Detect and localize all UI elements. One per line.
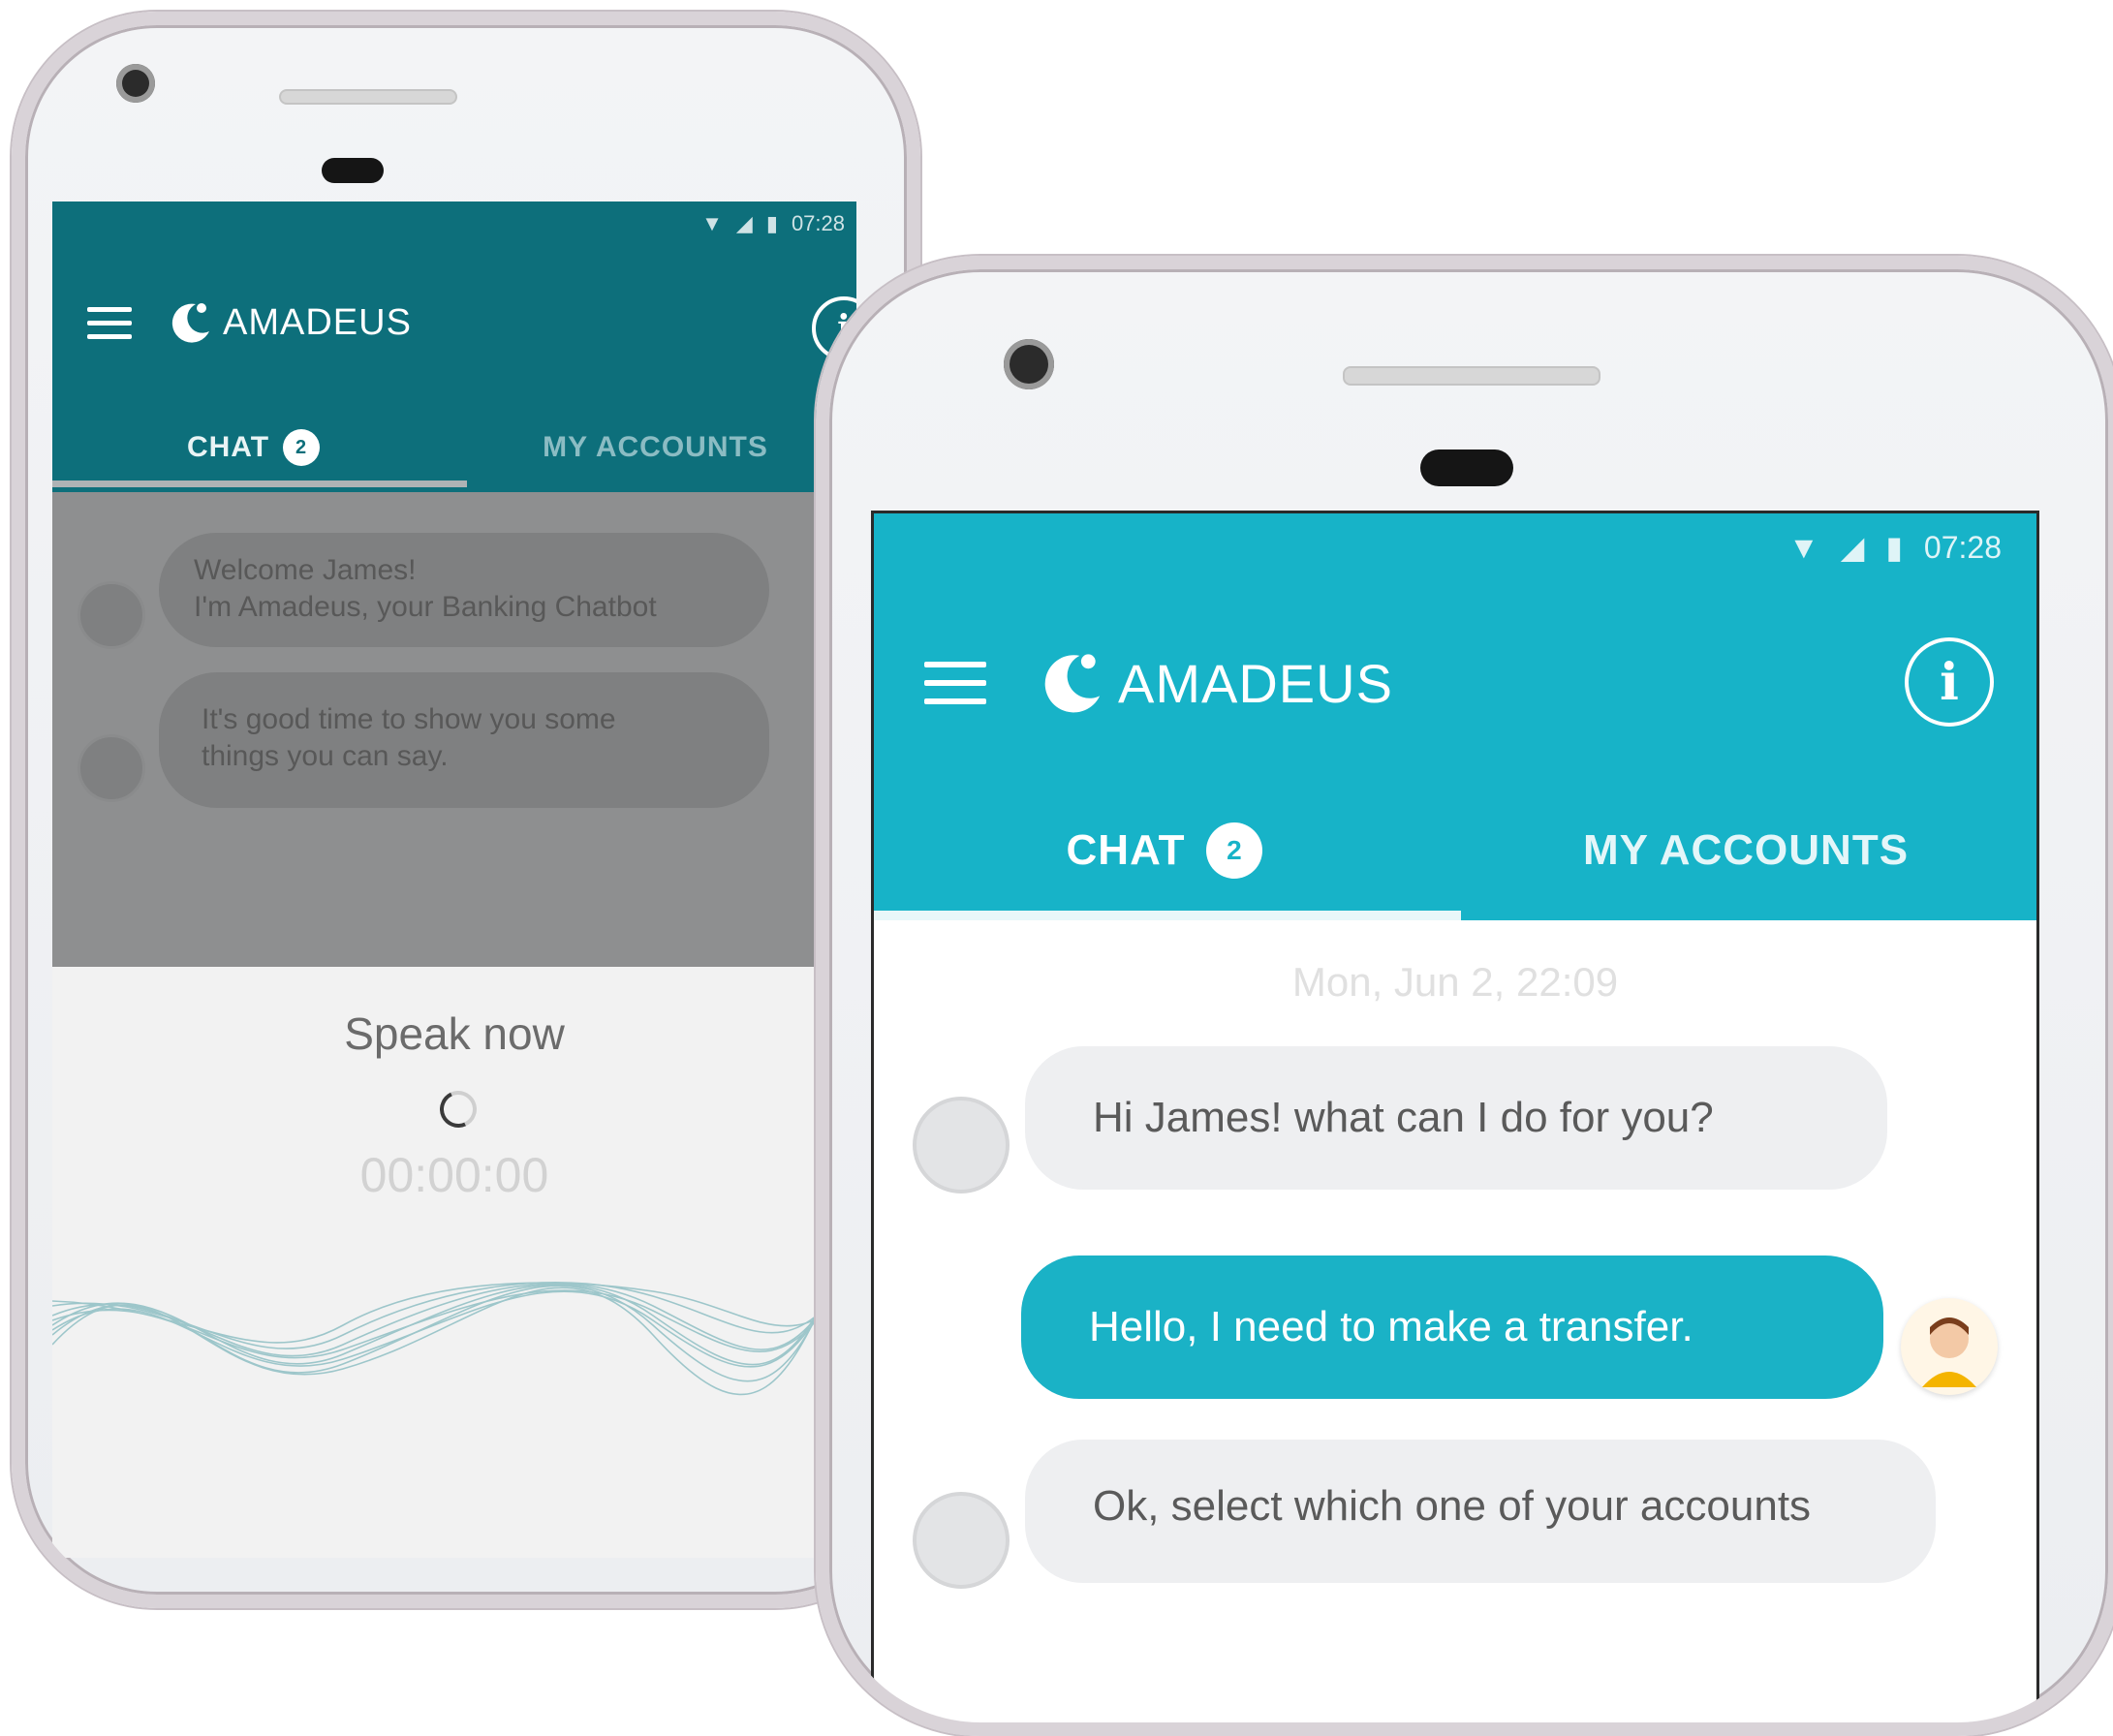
tab-bar: CHAT 2 MY ACCOUNTS [874,804,2036,897]
status-time: 07:28 [791,211,845,235]
front-camera [1004,339,1054,389]
amadeus-logo-icon [1044,654,1101,713]
message-line: It's good time to show you some [202,703,616,735]
tab-indicator [52,480,467,487]
app-bar: AMADEUS [87,289,843,356]
message-text: Hello, I need to make a transfer. [1089,1303,1694,1350]
app-name: AMADEUS [223,301,412,343]
proximity-sensor [322,158,384,183]
left-screen: ▼ ◢ ▮ 07:28 AMADEUS i CHAT 2 MY ACCOUNTS [52,202,856,1558]
date-separator: Mon, Jun 2, 22:09 [1291,959,1619,1005]
bot-avatar-icon [78,734,145,802]
speak-now-title: Speak now [344,1008,565,1059]
chat-bubble-user: Hello, I need to make a transfer. [1021,1256,1883,1399]
phone-left: ▼ ◢ ▮ 07:28 AMADEUS i CHAT 2 MY ACCOUNTS [12,12,920,1608]
user-avatar-icon [1901,1298,1998,1395]
proximity-sensor [1420,450,1513,486]
chat-bubble-bot: Welcome James! I'm Amadeus, your Banking… [159,533,769,647]
voice-waveform [52,1213,856,1396]
wifi-icon: ▼ [1788,529,1819,565]
tab-indicator [874,911,1461,920]
info-icon[interactable]: i [1905,637,1994,727]
chat-badge: 2 [1206,822,1263,879]
chat-bubble-bot: Hi James! what can I do for you? [1025,1046,1887,1190]
app-bar: AMADEUS [924,639,1990,727]
app-name: AMADEUS [1118,652,1393,714]
message-text: Ok, select which one of your accounts [1093,1482,1812,1530]
wifi-icon: ▼ [701,211,723,235]
menu-icon[interactable] [87,306,132,339]
status-bar: ▼ ◢ ▮ 07:28 [701,211,845,236]
bot-avatar-icon [913,1492,1010,1589]
tab-chat[interactable]: CHAT 2 [874,804,1455,897]
bot-avatar-icon [78,581,145,649]
menu-icon[interactable] [924,662,986,704]
phone-right: ▼ ◢ ▮ 07:28 AMADEUS i CHAT 2 MY ACCOUNTS [816,256,2113,1736]
message-text: Hi James! what can I do for you? [1093,1094,1714,1141]
spinner-icon [434,1085,482,1133]
tab-chat-label: CHAT [1066,826,1186,874]
timer: 00:00:00 [359,1148,549,1202]
chat-badge: 2 [283,429,321,466]
signal-icon: ◢ [1840,530,1865,565]
chat-bubble-bot: Ok, select which one of your accounts [1025,1440,1936,1583]
message-line: I'm Amadeus, your Banking Chatbot [194,591,657,623]
tab-my-accounts-label: MY ACCOUNTS [1582,826,1910,874]
signal-icon: ◢ [735,211,753,235]
bot-avatar-icon [913,1097,1010,1194]
tab-my-accounts-label: MY ACCOUNTS [543,431,768,463]
status-time: 07:28 [1923,529,2002,565]
dimmed-chat-area: Welcome James! I'm Amadeus, your Banking… [52,492,856,967]
status-bar: ▼ ◢ ▮ 07:28 [1788,529,2002,566]
tab-bar: CHAT 2 MY ACCOUNTS [52,415,856,480]
tab-chat[interactable]: CHAT 2 [52,415,454,480]
amadeus-logo-icon [171,303,209,343]
app-logo: AMADEUS [167,298,412,347]
battery-icon: ▮ [1885,530,1903,565]
message-line: Welcome James! [194,554,417,586]
app-logo: AMADEUS [1037,647,1393,719]
tab-chat-label: CHAT [186,431,270,463]
message-line: things you can say. [202,740,449,772]
tab-my-accounts[interactable]: MY ACCOUNTS [454,415,856,480]
voice-input-panel: Speak now 00:00:00 [52,967,856,1558]
battery-icon: ▮ [765,211,778,235]
earpiece-speaker [1343,366,1600,386]
tab-my-accounts[interactable]: MY ACCOUNTS [1455,804,2036,897]
chat-bubble-bot: It's good time to show you some things y… [159,672,769,808]
earpiece-speaker [279,89,457,105]
right-screen: ▼ ◢ ▮ 07:28 AMADEUS i CHAT 2 MY ACCOUNTS [874,513,2036,1722]
front-camera [116,64,155,103]
